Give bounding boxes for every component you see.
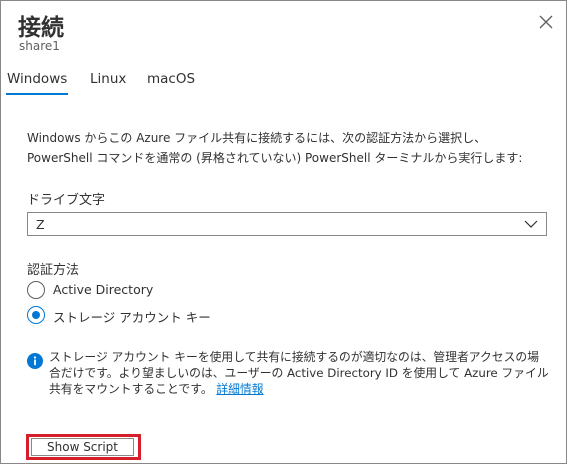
os-tabs: Windows Linux macOS: [1, 65, 301, 99]
info-text: ストレージ アカウント キーを使用して共有に接続するのが適切なのは、管理者アクセ…: [49, 350, 549, 396]
radio-label-active-directory: Active Directory: [53, 282, 154, 297]
drive-letter-value: Z: [36, 217, 45, 232]
radio-label-storage-account-key: ストレージ アカウント キー: [53, 310, 211, 325]
radio-circle[interactable]: [27, 281, 45, 299]
learn-more-link[interactable]: 詳細情報: [216, 382, 263, 396]
info-message: ストレージ アカウント キーを使用して共有に接続するのが適切なのは、管理者アクセ…: [49, 349, 549, 397]
drive-letter-dropdown[interactable]: Z: [27, 212, 547, 236]
tab-linux[interactable]: Linux: [90, 71, 126, 95]
tab-windows[interactable]: Windows: [5, 71, 69, 95]
drive-letter-label: ドライブ文字: [27, 193, 106, 208]
info-icon: [27, 353, 43, 369]
description-line-2: PowerShell コマンドを通常の (昇格されていない) PowerShel…: [27, 151, 523, 165]
auth-method-label: 認証方法: [27, 263, 80, 278]
tab-macos[interactable]: macOS: [147, 71, 195, 95]
chevron-down-icon: [524, 220, 538, 228]
description-line-1: Windows からこの Azure ファイル共有に接続するには、次の認証方法か…: [27, 131, 487, 145]
connect-description: Windows からこの Azure ファイル共有に接続するには、次の認証方法か…: [27, 128, 557, 168]
connect-panel: 接続 share1 Windows Linux macOS Windows から…: [0, 0, 567, 464]
panel-title: 接続: [18, 15, 64, 41]
show-script-button[interactable]: Show Script: [31, 438, 134, 456]
radio-circle-checked[interactable]: [27, 306, 45, 324]
close-icon[interactable]: [537, 13, 555, 31]
panel-subtitle: share1: [19, 39, 60, 53]
